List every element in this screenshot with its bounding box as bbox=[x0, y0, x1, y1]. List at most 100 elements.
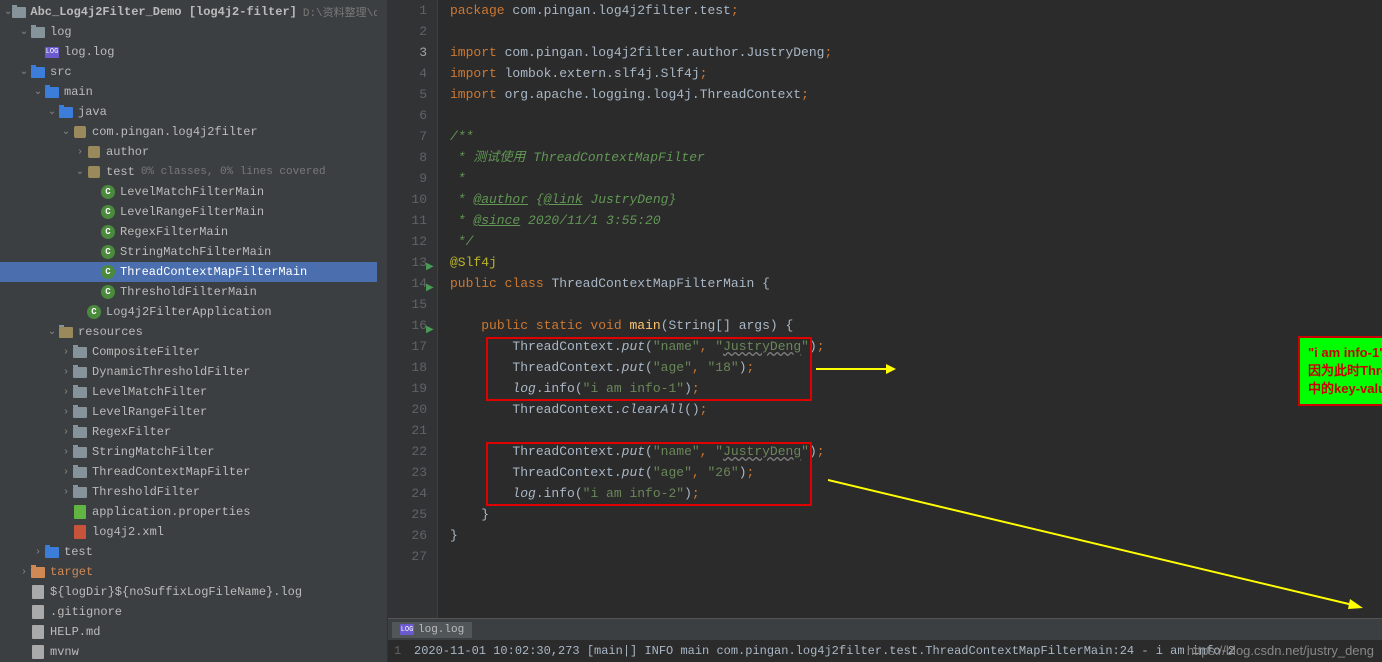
line-number[interactable]: 21 bbox=[388, 420, 427, 441]
tree-item-target[interactable]: ›target bbox=[0, 562, 387, 582]
line-number[interactable]: 3 bbox=[388, 42, 427, 63]
code-line[interactable] bbox=[450, 294, 1382, 315]
line-number[interactable]: 25 bbox=[388, 504, 427, 525]
editor-code-area[interactable]: package com.pingan.log4j2filter.test; imp… bbox=[438, 0, 1382, 618]
code-line[interactable]: import lombok.extern.slf4j.Slf4j; bbox=[450, 63, 1382, 84]
tree-item-java[interactable]: ⌄java bbox=[0, 102, 387, 122]
tree-item-compositefilter[interactable]: ›CompositeFilter bbox=[0, 342, 387, 362]
tree-arrow-icon[interactable]: ⌄ bbox=[60, 126, 72, 138]
code-line[interactable]: * @since 2020/11/1 3:55:20 bbox=[450, 210, 1382, 231]
code-line[interactable]: ThreadContext.clearAll(); bbox=[450, 399, 1382, 420]
code-line[interactable]: ThreadContext.put("age", "18"); bbox=[450, 357, 1382, 378]
tree-item-log4j2filterapplication[interactable]: CLog4j2FilterApplication bbox=[0, 302, 387, 322]
code-line[interactable] bbox=[450, 546, 1382, 567]
tree-item-log4j2-xml[interactable]: log4j2.xml bbox=[0, 522, 387, 542]
tree-arrow-icon[interactable]: ⌄ bbox=[18, 66, 30, 78]
code-line[interactable]: ThreadContext.put("name", "JustryDeng"); bbox=[450, 441, 1382, 462]
tree-item-levelmatchfilter[interactable]: ›LevelMatchFilter bbox=[0, 382, 387, 402]
code-line[interactable]: } bbox=[450, 504, 1382, 525]
tree-item-test[interactable]: ›test bbox=[0, 542, 387, 562]
tree-item-stringmatchfiltermain[interactable]: CStringMatchFilterMain bbox=[0, 242, 387, 262]
tree-item-resources[interactable]: ⌄resources bbox=[0, 322, 387, 342]
line-number[interactable]: 17 bbox=[388, 336, 427, 357]
tree-item-log[interactable]: ⌄log bbox=[0, 22, 387, 42]
tree-arrow-icon[interactable]: ⌄ bbox=[4, 6, 12, 18]
line-number[interactable]: 9 bbox=[388, 168, 427, 189]
tree-arrow-icon[interactable]: › bbox=[60, 367, 72, 378]
line-number[interactable]: 2 bbox=[388, 21, 427, 42]
code-line[interactable] bbox=[450, 420, 1382, 441]
code-line[interactable]: import com.pingan.log4j2filter.author.Ju… bbox=[450, 42, 1382, 63]
tree-item-thresholdfiltermain[interactable]: CThresholdFilterMain bbox=[0, 282, 387, 302]
line-number[interactable]: 20 bbox=[388, 399, 427, 420]
code-line[interactable]: log.info("i am info-2"); bbox=[450, 483, 1382, 504]
tree-item-levelrangefilter[interactable]: ›LevelRangeFilter bbox=[0, 402, 387, 422]
code-line[interactable] bbox=[450, 105, 1382, 126]
tree-arrow-icon[interactable]: › bbox=[74, 147, 86, 158]
sidebar-scrollbar[interactable] bbox=[377, 0, 387, 662]
tree-arrow-icon[interactable]: › bbox=[60, 467, 72, 478]
tree-item-mvnw[interactable]: mvnw bbox=[0, 642, 387, 662]
line-number[interactable]: 1 bbox=[388, 0, 427, 21]
code-line[interactable]: package com.pingan.log4j2filter.test; bbox=[450, 0, 1382, 21]
tree-item-levelrangefiltermain[interactable]: CLevelRangeFilterMain bbox=[0, 202, 387, 222]
tree-arrow-icon[interactable]: ⌄ bbox=[74, 166, 86, 178]
code-line[interactable]: ThreadContext.put("age", "26"); bbox=[450, 462, 1382, 483]
tree-item-com-pingan-log4j2filter[interactable]: ⌄com.pingan.log4j2filter bbox=[0, 122, 387, 142]
code-line[interactable]: public class ThreadContextMapFilterMain … bbox=[450, 273, 1382, 294]
tree-arrow-icon[interactable]: › bbox=[60, 387, 72, 398]
tree-item-levelmatchfiltermain[interactable]: CLevelMatchFilterMain bbox=[0, 182, 387, 202]
tree-arrow-icon[interactable]: › bbox=[60, 407, 72, 418]
line-number[interactable]: 8 bbox=[388, 147, 427, 168]
line-number[interactable]: 13 bbox=[388, 252, 427, 273]
code-line[interactable]: public static void main(String[] args) { bbox=[450, 315, 1382, 336]
line-number[interactable]: 26 bbox=[388, 525, 427, 546]
tree-arrow-icon[interactable]: › bbox=[60, 447, 72, 458]
line-number[interactable]: 5 bbox=[388, 84, 427, 105]
line-number[interactable]: 10 bbox=[388, 189, 427, 210]
line-number[interactable]: 18 bbox=[388, 357, 427, 378]
code-line[interactable]: @Slf4j bbox=[450, 252, 1382, 273]
line-number[interactable]: 11 bbox=[388, 210, 427, 231]
tree-item-stringmatchfilter[interactable]: ›StringMatchFilter bbox=[0, 442, 387, 462]
code-line[interactable]: import org.apache.logging.log4j.ThreadCo… bbox=[450, 84, 1382, 105]
tree-arrow-icon[interactable]: › bbox=[60, 487, 72, 498]
code-editor[interactable]: 12345678910111213▶14▶1516▶17181920212223… bbox=[388, 0, 1382, 618]
tree-item-test[interactable]: ⌄test0% classes, 0% lines covered bbox=[0, 162, 387, 182]
line-number[interactable]: 15 bbox=[388, 294, 427, 315]
tree-item-regexfilter[interactable]: ›RegexFilter bbox=[0, 422, 387, 442]
tree-arrow-icon[interactable]: ⌄ bbox=[18, 26, 30, 38]
line-number[interactable]: 22 bbox=[388, 441, 427, 462]
code-line[interactable]: } bbox=[450, 525, 1382, 546]
tree-arrow-icon[interactable]: › bbox=[60, 347, 72, 358]
tree-item-author[interactable]: ›author bbox=[0, 142, 387, 162]
code-line[interactable]: * @author {@link JustryDeng} bbox=[450, 189, 1382, 210]
tree-item---logdir---nosuffixlogfilename--log[interactable]: ${logDir}${noSuffixLogFileName}.log bbox=[0, 582, 387, 602]
run-gutter-icon[interactable]: ▶ bbox=[426, 320, 434, 341]
line-number[interactable]: 24 bbox=[388, 483, 427, 504]
tree-item-regexfiltermain[interactable]: CRegexFilterMain bbox=[0, 222, 387, 242]
line-number[interactable]: 23 bbox=[388, 462, 427, 483]
line-number[interactable]: 19 bbox=[388, 378, 427, 399]
tree-arrow-icon[interactable]: ⌄ bbox=[46, 326, 58, 338]
log-tab-item[interactable]: LOG log.log bbox=[392, 622, 472, 638]
tree-arrow-icon[interactable]: ⌄ bbox=[46, 106, 58, 118]
run-gutter-icon[interactable]: ▶ bbox=[426, 257, 434, 278]
code-line[interactable]: * bbox=[450, 168, 1382, 189]
tree-arrow-icon[interactable]: › bbox=[18, 567, 30, 578]
editor-gutter[interactable]: 12345678910111213▶14▶1516▶17181920212223… bbox=[388, 0, 438, 618]
tree-item-thresholdfilter[interactable]: ›ThresholdFilter bbox=[0, 482, 387, 502]
tree-item--gitignore[interactable]: .gitignore bbox=[0, 602, 387, 622]
line-number[interactable]: 16 bbox=[388, 315, 427, 336]
tree-item-threadcontextmapfilter[interactable]: ›ThreadContextMapFilter bbox=[0, 462, 387, 482]
tree-item-main[interactable]: ⌄main bbox=[0, 82, 387, 102]
code-line[interactable]: log.info("i am info-1"); bbox=[450, 378, 1382, 399]
line-number[interactable]: 6 bbox=[388, 105, 427, 126]
code-line[interactable]: ThreadContext.put("name", "JustryDeng"); bbox=[450, 336, 1382, 357]
tree-item-application-properties[interactable]: application.properties bbox=[0, 502, 387, 522]
tree-arrow-icon[interactable]: ⌄ bbox=[32, 86, 44, 98]
line-number[interactable]: 14 bbox=[388, 273, 427, 294]
code-line[interactable]: * 测试使用 ThreadContextMapFilter bbox=[450, 147, 1382, 168]
tree-item-threadcontextmapfiltermain[interactable]: CThreadContextMapFilterMain bbox=[0, 262, 387, 282]
code-line[interactable] bbox=[450, 21, 1382, 42]
